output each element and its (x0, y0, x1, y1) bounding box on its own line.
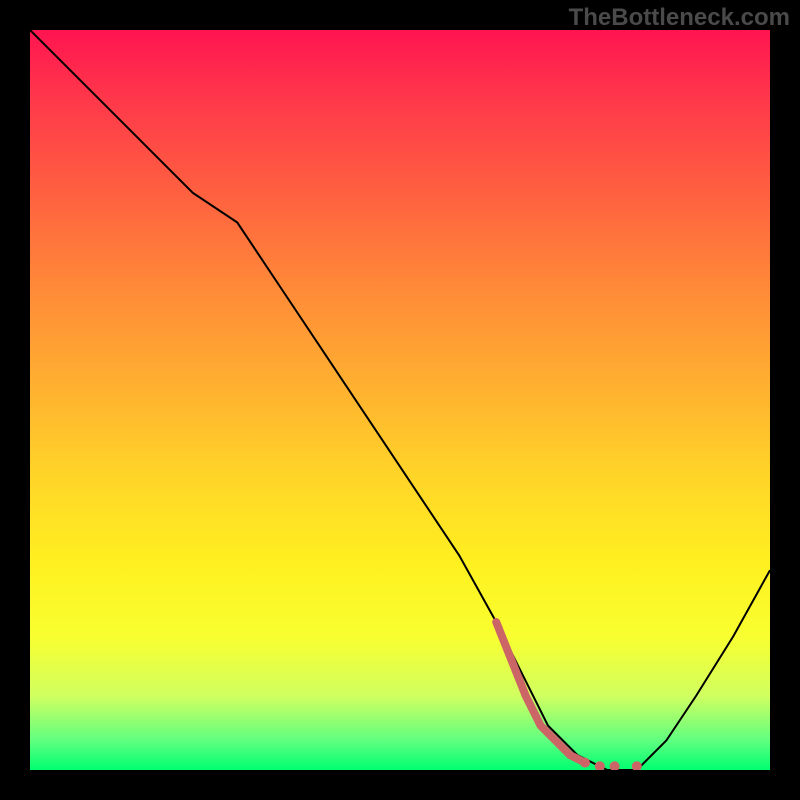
watermark-text: TheBottleneck.com (569, 4, 790, 32)
chart-svg (30, 30, 770, 770)
chart-plot-area (30, 30, 770, 770)
highlight-dot (632, 761, 642, 770)
highlight-dot (595, 761, 605, 770)
highlight-dots (580, 758, 642, 770)
highlight-dot (610, 761, 620, 770)
main-curve-path (30, 30, 770, 770)
highlight-dot (580, 758, 590, 768)
highlight-curve-path (496, 622, 585, 763)
